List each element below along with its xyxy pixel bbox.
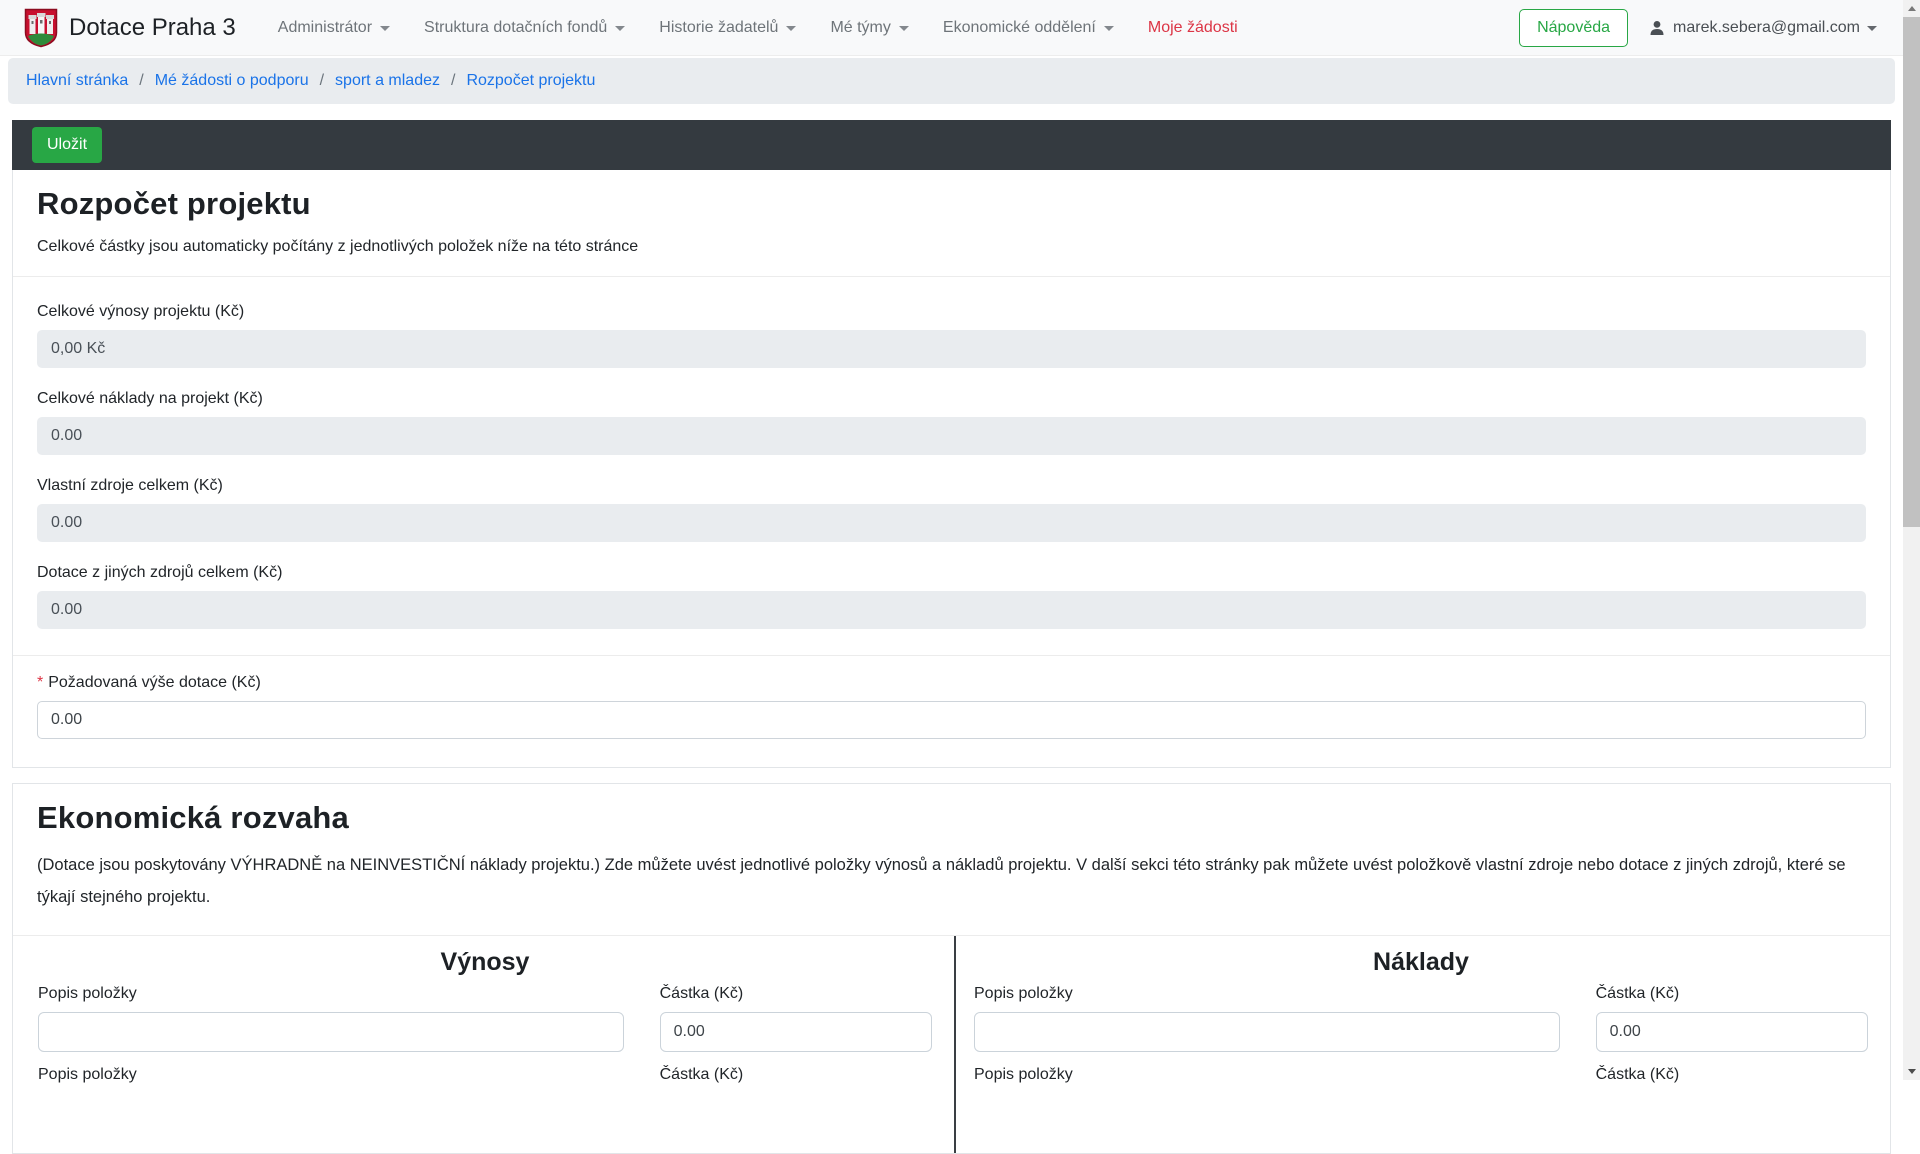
menu-me-tymy[interactable]: Mé týmy xyxy=(830,19,908,37)
cost-item-amount-field: Částka (Kč) xyxy=(1596,985,1868,1052)
user-email: marek.sebera@gmail.com xyxy=(1673,19,1860,37)
field-label: Částka (Kč) xyxy=(660,985,932,1003)
field-group-other-subsidies: Dotace z jiných zdrojů celkem (Kč) xyxy=(37,564,1866,629)
budget-fields: Celkové výnosy projektu (Kč) Celkové nák… xyxy=(13,277,1890,629)
breadcrumb-sport-a-mladez[interactable]: sport a mladez xyxy=(335,72,440,90)
menu-ekonomicke-oddeleni[interactable]: Ekonomické oddělení xyxy=(943,19,1114,37)
field-label: Dotace z jiných zdrojů celkem (Kč) xyxy=(37,564,1866,582)
section-title: Ekonomická rozvaha xyxy=(37,800,1866,836)
menu-struktura-dotacnich-fondu[interactable]: Struktura dotačních fondů xyxy=(424,19,625,37)
chevron-down-icon xyxy=(615,26,625,31)
chevron-down-icon xyxy=(380,26,390,31)
menu-label: Moje žádosti xyxy=(1148,19,1238,37)
menu-label: Historie žadatelů xyxy=(659,19,778,37)
balance-columns: Výnosy Popis položky Částka (Kč) Popis p… xyxy=(13,936,1890,1153)
balance-description: (Dotace jsou poskytovány VÝHRADNĚ na NEI… xyxy=(37,850,1866,913)
balance-card-header: Ekonomická rozvaha (Dotace jsou poskytov… xyxy=(13,784,1890,936)
field-label: Vlastní zdroje celkem (Kč) xyxy=(37,477,1866,495)
page: Dotace Praha 3 Administrátor Struktura d… xyxy=(0,0,1903,1154)
top-navbar: Dotace Praha 3 Administrátor Struktura d… xyxy=(0,0,1903,56)
requested-amount-label: * Požadovaná výše dotace (Kč) xyxy=(37,674,261,691)
chevron-down-icon xyxy=(1867,26,1877,31)
field-label: Celkové výnosy projektu (Kč) xyxy=(37,303,1866,321)
save-button[interactable]: Uložit xyxy=(32,127,102,163)
chevron-down-icon xyxy=(899,26,909,31)
field-label: Popis položky xyxy=(38,985,624,1003)
help-button[interactable]: Nápověda xyxy=(1519,9,1628,47)
menu-label: Struktura dotačních fondů xyxy=(424,19,607,37)
field-label: Popis položky xyxy=(974,985,1560,1003)
chevron-down-icon xyxy=(786,26,796,31)
revenue-description-input[interactable] xyxy=(38,1012,624,1052)
menu-historie-zadatelu[interactable]: Historie žadatelů xyxy=(659,19,796,37)
chevron-down-icon xyxy=(1104,26,1114,31)
costs-column: Náklady Popis položky Částka (Kč) Popis … xyxy=(954,936,1890,1153)
requested-amount-input[interactable] xyxy=(37,701,1866,739)
total-revenues-input[interactable] xyxy=(37,330,1866,368)
total-costs-input[interactable] xyxy=(37,417,1866,455)
field-label: Částka (Kč) xyxy=(1596,985,1868,1003)
revenues-row-1: Popis položky Částka (Kč) xyxy=(38,977,932,1052)
required-asterisk: * xyxy=(37,674,43,691)
breadcrumb: Hlavní stránka / Mé žádosti o podporu / … xyxy=(8,58,1895,104)
breadcrumb-separator: / xyxy=(139,72,143,90)
scroll-up-icon[interactable] xyxy=(1903,0,1920,17)
costs-row-2: Popis položky Částka (Kč) xyxy=(974,1052,1868,1093)
field-group-total-costs: Celkové náklady na projekt (Kč) xyxy=(37,390,1866,455)
scrollbar-thumb[interactable] xyxy=(1903,17,1920,527)
budget-card-header: Rozpočet projektu Celkové částky jsou au… xyxy=(13,170,1890,277)
economic-balance-card: Ekonomická rozvaha (Dotace jsou poskytov… xyxy=(12,783,1891,1154)
revenue-item-description-field: Popis položky xyxy=(38,985,624,1052)
form-toolbar: Uložit xyxy=(12,120,1891,170)
menu-label: Administrátor xyxy=(278,19,372,37)
field-group-total-revenues: Celkové výnosy projektu (Kč) xyxy=(37,303,1866,368)
breadcrumb-current-page[interactable]: Rozpočet projektu xyxy=(466,72,595,90)
cost-description-input[interactable] xyxy=(974,1012,1560,1052)
cost-item-description-field: Popis položky xyxy=(974,985,1560,1052)
praha3-coat-of-arms-icon xyxy=(24,8,58,48)
other-subsidies-input[interactable] xyxy=(37,591,1866,629)
field-group-own-resources: Vlastní zdroje celkem (Kč) xyxy=(37,477,1866,542)
page-title: Rozpočet projektu xyxy=(37,186,1866,222)
navbar-right: Nápověda marek.sebera@gmail.com xyxy=(1519,9,1877,47)
cost-amount-input[interactable] xyxy=(1596,1012,1868,1052)
breadcrumb-my-requests[interactable]: Mé žádosti o podporu xyxy=(155,72,309,90)
breadcrumb-home[interactable]: Hlavní stránka xyxy=(26,72,128,90)
field-label: Požadovaná výše dotace (Kč) xyxy=(48,674,261,691)
costs-row-1: Popis položky Částka (Kč) xyxy=(974,977,1868,1052)
user-menu[interactable]: marek.sebera@gmail.com xyxy=(1648,19,1877,37)
menu-administrator[interactable]: Administrátor xyxy=(278,19,390,37)
field-label: Celkové náklady na projekt (Kč) xyxy=(37,390,1866,408)
menu-moje-zadosti[interactable]: Moje žádosti xyxy=(1148,19,1238,37)
revenue-amount-input[interactable] xyxy=(660,1012,932,1052)
revenues-column: Výnosy Popis položky Částka (Kč) Popis p… xyxy=(13,936,954,1153)
brand[interactable]: Dotace Praha 3 xyxy=(24,8,236,48)
field-label: Částka (Kč) xyxy=(1596,1066,1868,1084)
breadcrumb-separator: / xyxy=(451,72,455,90)
budget-subtitle: Celkové částky jsou automaticky počítány… xyxy=(37,238,1866,256)
budget-card: Rozpočet projektu Celkové částky jsou au… xyxy=(12,170,1891,768)
revenues-row-2: Popis položky Částka (Kč) xyxy=(38,1052,932,1093)
revenue-item-amount-field: Částka (Kč) xyxy=(660,985,932,1052)
revenues-heading: Výnosy xyxy=(38,948,932,977)
menu-label: Ekonomické oddělení xyxy=(943,19,1096,37)
user-icon xyxy=(1648,19,1666,37)
vertical-scrollbar[interactable] xyxy=(1903,0,1920,1080)
scroll-down-icon[interactable] xyxy=(1903,1063,1920,1080)
field-label: Částka (Kč) xyxy=(660,1066,932,1084)
menu-label: Mé týmy xyxy=(830,19,890,37)
requested-amount-section: * Požadovaná výše dotace (Kč) xyxy=(13,655,1890,767)
main-menu: Administrátor Struktura dotačních fondů … xyxy=(278,19,1238,37)
field-label: Popis položky xyxy=(38,1066,624,1084)
own-resources-input[interactable] xyxy=(37,504,1866,542)
costs-heading: Náklady xyxy=(974,948,1868,977)
breadcrumb-separator: / xyxy=(320,72,324,90)
field-label: Popis položky xyxy=(974,1066,1560,1084)
brand-title: Dotace Praha 3 xyxy=(69,14,236,42)
